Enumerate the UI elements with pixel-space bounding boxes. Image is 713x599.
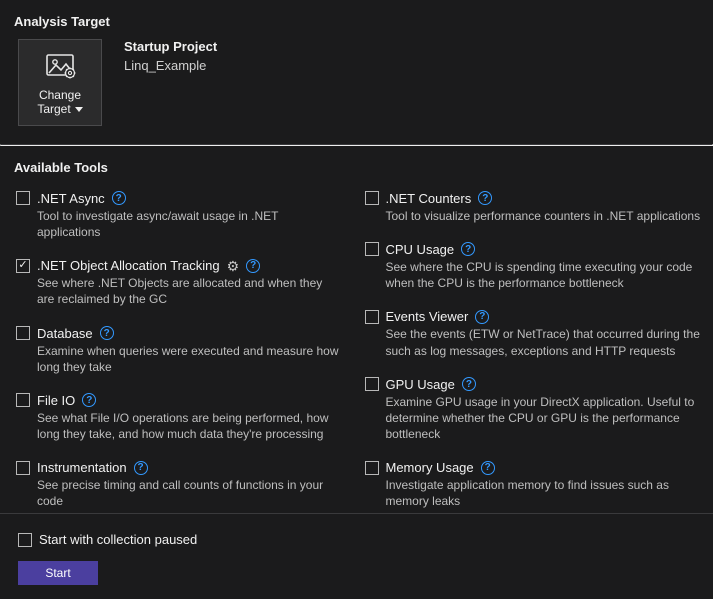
tool-description: Tool to visualize performance counters i… (365, 208, 704, 224)
chevron-down-icon (75, 107, 83, 112)
info-icon[interactable]: ? (82, 393, 96, 407)
info-icon[interactable]: ? (112, 191, 126, 205)
tool-checkbox[interactable] (365, 242, 379, 256)
info-icon[interactable]: ? (246, 259, 260, 273)
start-button[interactable]: Start (18, 561, 98, 585)
startup-project-title: Startup Project (124, 39, 217, 58)
tool-item: Instrumentation? See precise timing and c… (16, 454, 365, 521)
tool-item: GPU Usage? Examine GPU usage in your Dire… (365, 371, 713, 455)
tool-checkbox[interactable] (16, 461, 30, 475)
info-icon[interactable]: ? (481, 461, 495, 475)
tool-name: GPU Usage (386, 377, 455, 392)
tool-name: CPU Usage (386, 242, 455, 257)
start-paused-label: Start with collection paused (39, 532, 197, 547)
tool-description: See what File I/O operations are being p… (16, 410, 355, 442)
info-icon[interactable]: ? (475, 310, 489, 324)
startup-project-name: Linq_Example (124, 58, 217, 73)
tool-item: Events Viewer? See the events (ETW or Net… (365, 303, 713, 370)
tool-checkbox[interactable] (16, 259, 30, 273)
tool-item: Memory Usage? Investigate application mem… (365, 454, 713, 521)
tool-description: See where the CPU is spending time execu… (365, 259, 704, 291)
available-tools-heading: Available Tools (0, 146, 713, 185)
info-icon[interactable]: ? (462, 377, 476, 391)
tool-name: .NET Object Allocation Tracking (37, 258, 220, 273)
tool-name: .NET Counters (386, 191, 472, 206)
gear-icon[interactable]: ⚙ (227, 259, 240, 273)
tool-description: See the events (ETW or NetTrace) that oc… (365, 326, 704, 358)
tool-item: Database? Examine when queries were execu… (16, 320, 365, 387)
tool-item: File IO? See what File I/O operations are… (16, 387, 365, 454)
info-icon[interactable]: ? (100, 326, 114, 340)
picture-gear-icon (44, 50, 76, 82)
tool-item: .NET Object Allocation Tracking ⚙? See whe… (16, 252, 365, 319)
tool-name: Database (37, 326, 93, 341)
info-icon[interactable]: ? (134, 461, 148, 475)
tool-item: .NET Async? Tool to investigate async/awa… (16, 185, 365, 252)
tool-checkbox[interactable] (16, 191, 30, 205)
tool-checkbox[interactable] (365, 310, 379, 324)
tool-name: File IO (37, 393, 75, 408)
change-target-button[interactable]: Change Target (18, 39, 102, 126)
tool-description: Examine GPU usage in your DirectX applic… (365, 394, 704, 443)
tool-description: See where .NET Objects are allocated and… (16, 275, 355, 307)
tool-name: Events Viewer (386, 309, 469, 324)
tool-description: See precise timing and call counts of fu… (16, 477, 355, 509)
info-icon[interactable]: ? (478, 191, 492, 205)
tool-description: Investigate application memory to find i… (365, 477, 704, 509)
tool-name: .NET Async (37, 191, 105, 206)
tool-checkbox[interactable] (365, 191, 379, 205)
tool-checkbox[interactable] (365, 461, 379, 475)
tool-item: CPU Usage? See where the CPU is spending … (365, 236, 713, 303)
analysis-target-heading: Analysis Target (0, 0, 713, 39)
start-paused-checkbox[interactable] (18, 533, 32, 547)
tool-checkbox[interactable] (16, 326, 30, 340)
tool-item: .NET Counters? Tool to visualize performa… (365, 185, 713, 236)
tool-description: Tool to investigate async/await usage in… (16, 208, 355, 240)
tool-name: Memory Usage (386, 460, 474, 475)
tool-name: Instrumentation (37, 460, 127, 475)
info-icon[interactable]: ? (461, 242, 475, 256)
tool-checkbox[interactable] (365, 377, 379, 391)
change-target-label: Change Target (37, 88, 82, 117)
tool-description: Examine when queries were executed and m… (16, 343, 355, 375)
tool-checkbox[interactable] (16, 393, 30, 407)
